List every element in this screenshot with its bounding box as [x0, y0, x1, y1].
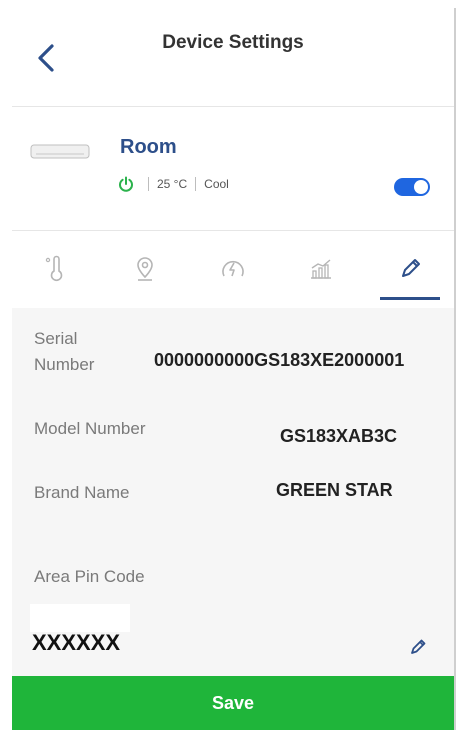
tab-energy[interactable] [189, 234, 277, 304]
location-pin-icon [136, 257, 153, 281]
header-divider [12, 106, 454, 107]
save-button[interactable]: Save [12, 676, 454, 730]
device-temperature: 25 °C [157, 177, 188, 191]
model-number-value: GS183XAB3C [280, 426, 398, 446]
device-name: Room [120, 136, 177, 158]
power-icon[interactable] [118, 176, 134, 192]
status-separator [195, 177, 197, 191]
device-status-row: 25 °C Cool [118, 176, 229, 192]
serial-number-label: Serial Number [34, 329, 95, 374]
pin-code-value[interactable]: XXXXXX [32, 630, 120, 656]
device-card: Room 25 °C Cool [12, 118, 454, 218]
tab-usage[interactable] [277, 234, 365, 304]
header: Device Settings [12, 8, 454, 106]
model-number-label: Model Number [34, 419, 146, 438]
area-pin-code-label: Area Pin Code [34, 567, 145, 586]
brand-name-value: GREEN STAR [276, 480, 393, 500]
tab-temperature[interactable] [12, 234, 100, 304]
device-divider [12, 230, 454, 231]
status-separator [148, 177, 149, 191]
page-title: Device Settings [162, 32, 304, 53]
serial-number-value: 0000000000GS183XE2000001 [154, 350, 405, 370]
device-power-toggle[interactable] [394, 178, 430, 196]
device-settings-screen: Device Settings Room 25 °C Cool Serial N… [12, 8, 456, 730]
pencil-icon [401, 259, 420, 277]
edit-pin-icon[interactable] [408, 636, 428, 656]
settings-tabs [12, 234, 454, 304]
toggle-knob [414, 180, 428, 194]
gauge-icon [222, 260, 244, 277]
chart-icon [311, 259, 332, 279]
device-details: Serial Number 0000000000GS183XE2000001 M… [12, 308, 454, 678]
device-mode: Cool [204, 177, 229, 191]
tab-location[interactable] [100, 234, 188, 304]
air-conditioner-icon [30, 144, 90, 159]
thermometer-icon [46, 255, 63, 282]
brand-name-label: Brand Name [34, 483, 130, 502]
tab-edit[interactable] [366, 234, 454, 304]
pin-code-input-box[interactable] [30, 604, 130, 632]
